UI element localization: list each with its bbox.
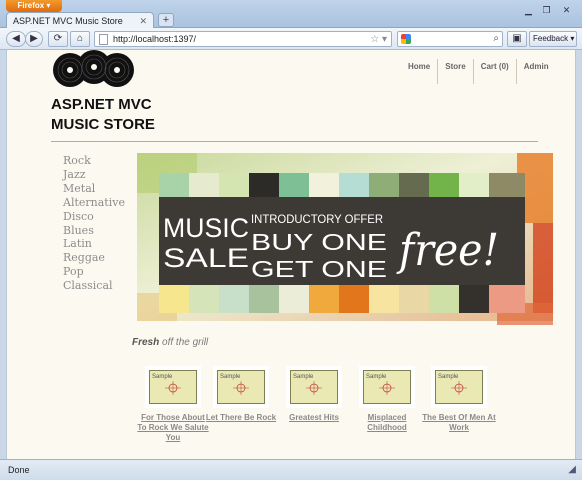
- close-window-icon[interactable]: ✕: [560, 4, 573, 16]
- fresh-bold: Fresh: [132, 337, 160, 348]
- status-text: Done: [8, 465, 30, 475]
- browser-titlebar: Firefox ▾ ASP.NET MVC Music Store ✕ + ▁ …: [0, 0, 582, 29]
- album-card[interactable]: Sample For Those About To Rock We Salute…: [136, 366, 210, 443]
- fresh-rest: off the grill: [162, 337, 209, 348]
- tab-title: ASP.NET MVC Music Store: [13, 16, 123, 26]
- firefox-menu-button[interactable]: Firefox ▾: [6, 0, 62, 12]
- album-title-link[interactable]: Misplaced Childhood: [350, 413, 424, 433]
- nav-home-link[interactable]: Home: [401, 59, 437, 84]
- banner-get-one: GET ONE: [251, 256, 387, 282]
- search-box[interactable]: ⌕: [397, 31, 503, 47]
- album-card[interactable]: Sample Misplaced Childhood: [350, 366, 424, 433]
- promo-banner[interactable]: MUSIC SALE INTRODUCTORY OFFER BUY ONE GE…: [137, 153, 553, 333]
- banner-free: free!: [396, 225, 499, 276]
- album-thumbnail[interactable]: Sample: [213, 366, 269, 408]
- thumbnail-sample-label: Sample: [438, 374, 459, 380]
- nav-cart-link[interactable]: Cart (0): [472, 59, 516, 84]
- feedback-label: Feedback: [533, 34, 569, 43]
- status-bar: Done ◢: [0, 459, 582, 480]
- banner-word-sale: SALE: [163, 243, 249, 273]
- thumbnail-sample-label: Sample: [152, 374, 173, 380]
- album-thumbnail[interactable]: Sample: [145, 366, 201, 408]
- bookmark-star-icon[interactable]: ☆ ▾: [370, 34, 387, 45]
- top-navigation: Home Store Cart (0) Admin: [401, 59, 556, 84]
- album-title-link[interactable]: Greatest Hits: [277, 413, 351, 423]
- genre-link-latin[interactable]: Latin: [63, 237, 125, 251]
- genre-link-disco[interactable]: Disco: [63, 210, 125, 224]
- genre-link-reggae[interactable]: Reggae: [63, 251, 125, 265]
- browser-navbar: ◀ ▶ ⟳ ⌂ http://localhost:1397/ ☆ ▾ ⌕ ▣ F…: [0, 28, 582, 50]
- genre-link-jazz[interactable]: Jazz: [63, 168, 125, 182]
- home-button[interactable]: ⌂: [70, 31, 90, 47]
- back-button[interactable]: ◀: [6, 31, 26, 47]
- genre-link-alternative[interactable]: Alternative: [63, 196, 125, 210]
- album-title-link[interactable]: The Best Of Men At Work: [422, 413, 496, 433]
- reload-button[interactable]: ⟳: [48, 31, 68, 47]
- site-title: ASP.NET MVC MUSIC STORE: [51, 96, 155, 133]
- fresh-heading: Fresh off the grill: [132, 337, 208, 348]
- maximize-icon[interactable]: ❐: [540, 4, 553, 16]
- vinyl-records-logo: [53, 50, 134, 87]
- genre-link-pop[interactable]: Pop: [63, 265, 125, 279]
- firefox-menu-label: Firefox: [17, 1, 45, 10]
- page-content: ASP.NET MVC MUSIC STORE Home Store Cart …: [6, 50, 576, 459]
- forward-button[interactable]: ▶: [25, 31, 43, 47]
- google-icon[interactable]: [401, 34, 411, 44]
- genre-list: Rock Jazz Metal Alternative Disco Blues …: [63, 154, 125, 293]
- browser-tab[interactable]: ASP.NET MVC Music Store ✕: [6, 12, 154, 29]
- banner-introductory-offer: INTRODUCTORY OFFER: [251, 212, 383, 226]
- album-thumbnail[interactable]: Sample: [431, 366, 487, 408]
- album-card[interactable]: Sample Greatest Hits: [277, 366, 351, 423]
- album-title-link[interactable]: Let There Be Rock: [204, 413, 278, 423]
- bookmarks-button[interactable]: ▣: [507, 31, 527, 47]
- page-favicon-icon: [99, 33, 108, 45]
- genre-link-rock[interactable]: Rock: [63, 154, 125, 168]
- search-icon[interactable]: ⌕: [493, 33, 499, 44]
- album-card[interactable]: Sample Let There Be Rock: [204, 366, 278, 423]
- tab-close-icon[interactable]: ✕: [139, 16, 147, 27]
- album-thumbnail[interactable]: Sample: [286, 366, 342, 408]
- thumbnail-sample-label: Sample: [220, 374, 241, 380]
- minimize-icon[interactable]: ▁: [522, 4, 535, 16]
- feedback-button[interactable]: Feedback ▾: [529, 31, 577, 47]
- thumbnail-sample-label: Sample: [366, 374, 387, 380]
- genre-link-classical[interactable]: Classical: [63, 279, 125, 293]
- new-tab-button[interactable]: +: [158, 13, 174, 27]
- url-bar[interactable]: http://localhost:1397/ ☆ ▾: [94, 31, 392, 47]
- url-text: http://localhost:1397/: [113, 34, 197, 44]
- thumbnail-sample-label: Sample: [293, 374, 314, 380]
- genre-link-metal[interactable]: Metal: [63, 182, 125, 196]
- album-thumbnail[interactable]: Sample: [359, 366, 415, 408]
- nav-admin-link[interactable]: Admin: [515, 59, 556, 84]
- genre-link-blues[interactable]: Blues: [63, 224, 125, 238]
- header-divider: [51, 141, 538, 142]
- nav-store-link[interactable]: Store: [437, 59, 472, 84]
- banner-word-music: MUSIC: [163, 213, 249, 243]
- album-title-link[interactable]: For Those About To Rock We Salute You: [136, 413, 210, 443]
- resize-grip-icon[interactable]: ◢: [568, 464, 576, 475]
- album-card[interactable]: Sample The Best Of Men At Work: [422, 366, 496, 433]
- banner-buy-one: BUY ONE: [251, 229, 387, 255]
